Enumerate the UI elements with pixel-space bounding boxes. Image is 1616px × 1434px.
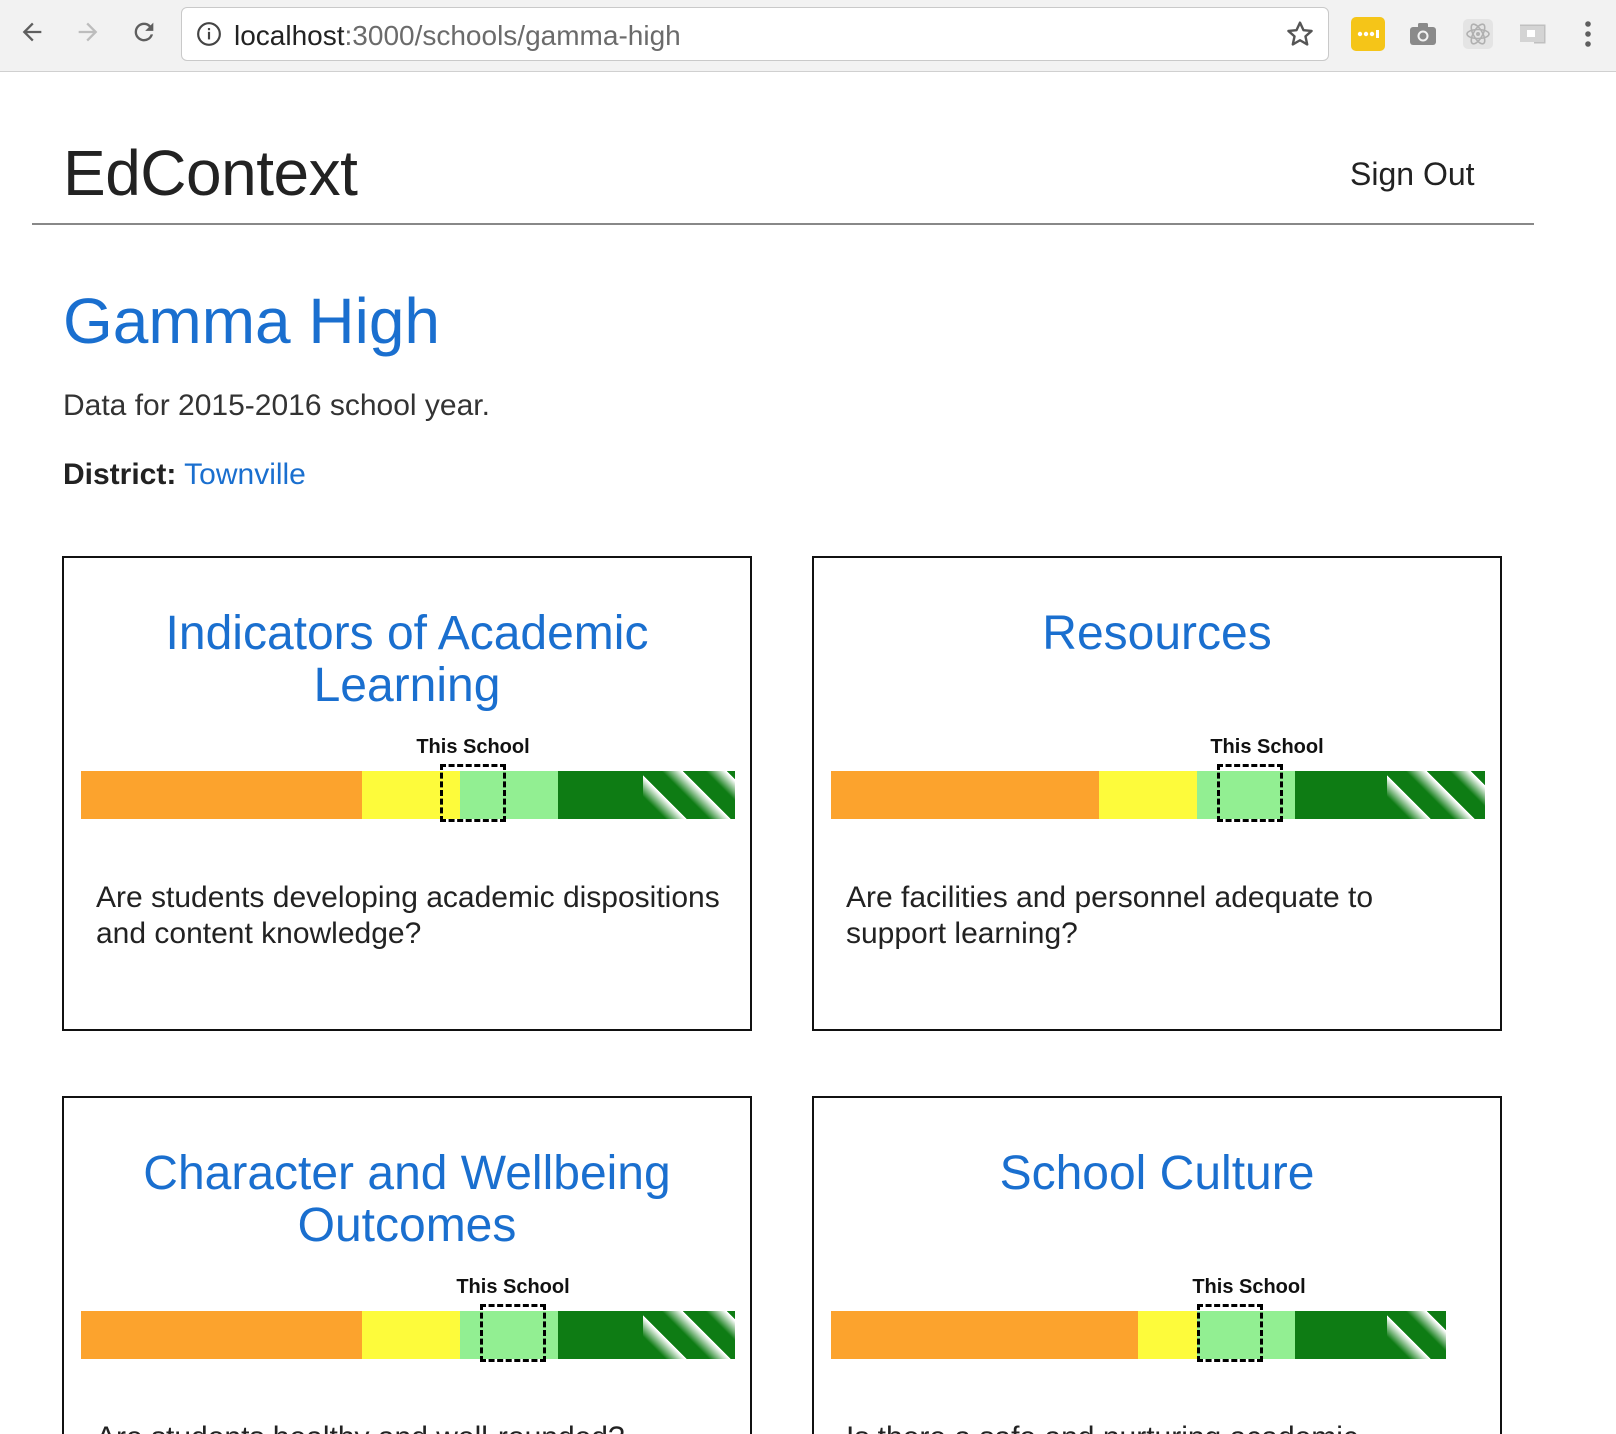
card-title[interactable]: Character and Wellbeing Outcomes bbox=[94, 1148, 720, 1252]
band-orange bbox=[831, 771, 1100, 819]
card-question: Is there a safe and nurturing academic bbox=[846, 1420, 1470, 1434]
reload-button[interactable] bbox=[126, 14, 162, 50]
star-icon[interactable] bbox=[1284, 18, 1316, 50]
address-bar[interactable]: localhost:3000/schools/gamma-high bbox=[181, 7, 1329, 61]
band-striped bbox=[1386, 1311, 1446, 1359]
forward-icon bbox=[78, 22, 98, 42]
this-school-label: This School bbox=[1192, 1276, 1306, 1298]
sign-out-link[interactable]: Sign Out bbox=[1350, 156, 1475, 193]
category-card[interactable]: Resources This School Are facilities and… bbox=[812, 556, 1502, 1031]
reload-icon bbox=[134, 22, 154, 42]
this-school-label: This School bbox=[416, 736, 530, 758]
react-devtools-icon[interactable] bbox=[1461, 17, 1495, 51]
performance-bar bbox=[831, 1311, 1485, 1359]
this-school-marker bbox=[440, 764, 507, 822]
band-striped bbox=[643, 771, 735, 819]
band-orange bbox=[81, 1311, 363, 1359]
card-title[interactable]: School Culture bbox=[844, 1148, 1470, 1200]
category-card[interactable]: Indicators of Academic Learning This Sch… bbox=[62, 556, 752, 1031]
card-question: Are facilities and personnel adequate to… bbox=[846, 881, 1374, 950]
cast-extension-icon[interactable] bbox=[1516, 17, 1550, 51]
band-striped bbox=[643, 1311, 735, 1359]
camera-extension-icon[interactable] bbox=[1406, 17, 1440, 51]
band-dark-green bbox=[558, 1311, 644, 1359]
brand-logo[interactable]: EdContext bbox=[63, 136, 358, 210]
district-label: District: bbox=[63, 458, 177, 491]
district-link[interactable]: Townville bbox=[184, 458, 306, 491]
data-year-text: Data for 2015-2016 school year. bbox=[63, 389, 490, 422]
forward-button[interactable] bbox=[70, 14, 106, 50]
performance-bar bbox=[81, 1311, 735, 1359]
this-school-marker bbox=[1196, 1304, 1263, 1362]
card-question: Are students developing academic disposi… bbox=[96, 881, 720, 950]
band-yellow bbox=[362, 1311, 461, 1359]
band-orange bbox=[831, 1311, 1139, 1359]
info-icon[interactable] bbox=[196, 21, 222, 47]
school-title: Gamma High bbox=[63, 285, 440, 357]
menu-icon[interactable] bbox=[1582, 16, 1594, 52]
this-school-marker bbox=[479, 1304, 546, 1362]
header-divider bbox=[32, 223, 1534, 225]
card-question: Are students healthy and well-rounded? bbox=[96, 1420, 720, 1434]
band-dark-green bbox=[1295, 771, 1387, 819]
category-card[interactable]: Character and Wellbeing Outcomes This Sc… bbox=[62, 1096, 752, 1434]
url-host: localhost bbox=[234, 20, 345, 51]
back-icon bbox=[22, 22, 42, 42]
back-button[interactable] bbox=[14, 14, 50, 50]
district-line: District: Townville bbox=[63, 458, 306, 492]
band-yellow bbox=[1138, 1311, 1198, 1359]
this-school-marker bbox=[1216, 764, 1283, 822]
card-title[interactable]: Resources bbox=[844, 608, 1470, 660]
band-dark-green bbox=[1295, 1311, 1387, 1359]
card-title[interactable]: Indicators of Academic Learning bbox=[94, 608, 720, 712]
performance-bar bbox=[831, 771, 1485, 819]
band-dark-green bbox=[558, 771, 644, 819]
band-striped bbox=[1386, 771, 1485, 819]
band-yellow bbox=[1099, 771, 1198, 819]
this-school-label: This School bbox=[1210, 736, 1324, 758]
password-extension-icon[interactable] bbox=[1351, 17, 1385, 51]
url-path: :3000/schools/gamma-high bbox=[344, 20, 681, 51]
category-card[interactable]: School Culture This School Is there a sa… bbox=[812, 1096, 1502, 1434]
browser-toolbar: localhost:3000/schools/gamma-high bbox=[0, 0, 1616, 72]
url-text[interactable]: localhost:3000/schools/gamma-high bbox=[234, 20, 681, 52]
band-orange bbox=[81, 771, 363, 819]
performance-bar bbox=[81, 771, 735, 819]
this-school-label: This School bbox=[456, 1276, 570, 1298]
